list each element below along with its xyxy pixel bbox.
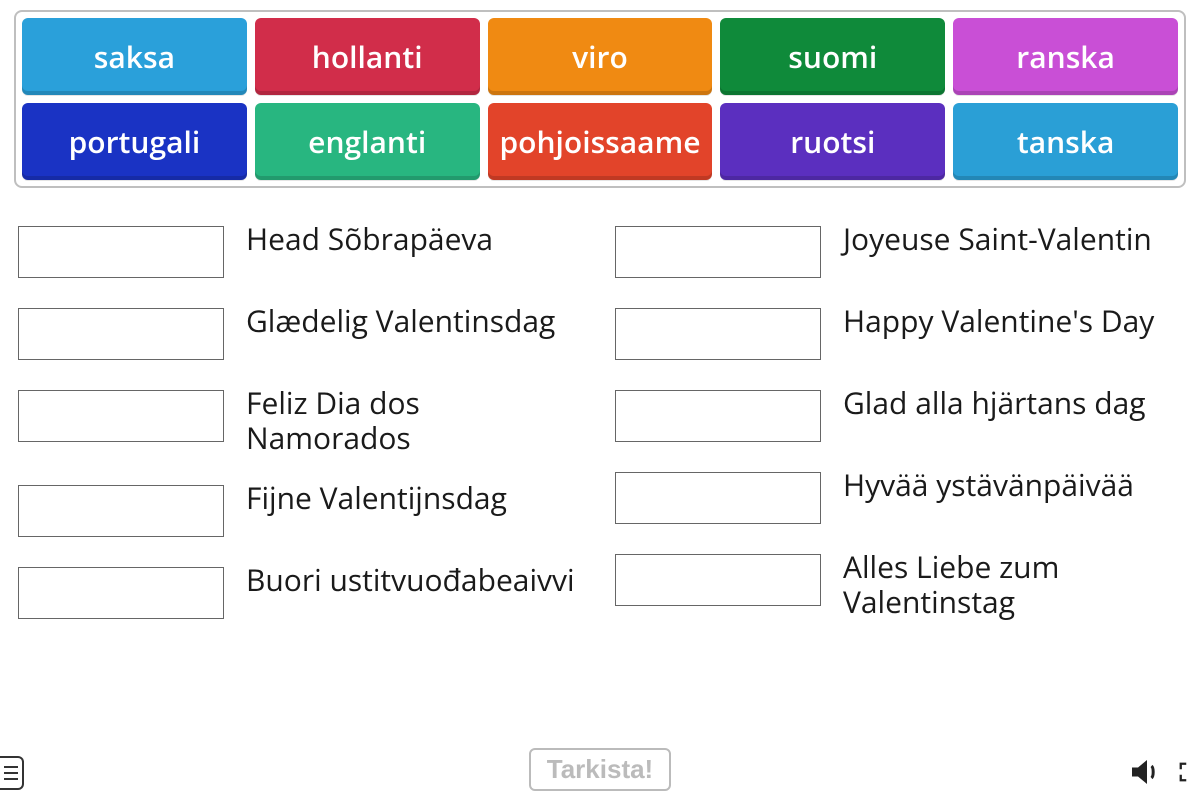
answer-row: Hyvää ystävänpäivää	[615, 468, 1182, 524]
dropzone[interactable]	[18, 308, 224, 360]
tile-englanti[interactable]: englanti	[255, 103, 480, 180]
phrase-label: Alles Liebe zum Valentinstag	[843, 550, 1182, 619]
menu-icon[interactable]	[0, 756, 24, 790]
dropzone[interactable]	[615, 472, 821, 524]
sound-icon[interactable]	[1126, 754, 1162, 790]
answer-row: Happy Valentine's Day	[615, 304, 1182, 360]
tile-portugali[interactable]: portugali	[22, 103, 247, 180]
tile-tanska[interactable]: tanska	[953, 103, 1178, 180]
dropzone[interactable]	[615, 390, 821, 442]
dropzone[interactable]	[615, 308, 821, 360]
phrase-label: Joyeuse Saint-Valentin	[843, 222, 1152, 257]
check-button[interactable]: Tarkista!	[529, 748, 671, 791]
dropzone[interactable]	[18, 226, 224, 278]
dropzone[interactable]	[18, 485, 224, 537]
phrase-label: Fijne Valentijnsdag	[246, 481, 507, 516]
answers-grid: Head Sõbrapäeva Glædelig Valentinsdag Feli…	[14, 222, 1186, 619]
tile-saksa[interactable]: saksa	[22, 18, 247, 95]
answer-row: Head Sõbrapäeva	[18, 222, 585, 278]
answer-row: Glædelig Valentinsdag	[18, 304, 585, 360]
tile-pohjoissaame[interactable]: pohjoissaame	[488, 103, 713, 180]
tile-ruotsi[interactable]: ruotsi	[720, 103, 945, 180]
answer-row: Fijne Valentijnsdag	[18, 481, 585, 537]
phrase-label: Happy Valentine's Day	[843, 304, 1154, 339]
dropzone[interactable]	[18, 567, 224, 619]
phrase-label: Head Sõbrapäeva	[246, 222, 493, 257]
dropzone[interactable]	[615, 226, 821, 278]
answer-row: Alles Liebe zum Valentinstag	[615, 550, 1182, 619]
phrase-label: Glædelig Valentinsdag	[246, 304, 555, 339]
answer-row: Feliz Dia dos Namorados	[18, 386, 585, 455]
dropzone[interactable]	[18, 390, 224, 442]
phrase-label: Buori ustitvuođabeaivvi	[246, 563, 575, 598]
tile-panel: saksahollantivirosuomiranska portugalieng…	[14, 10, 1186, 188]
tile-viro[interactable]: viro	[488, 18, 713, 95]
phrase-label: Hyvää ystävänpäivää	[843, 468, 1134, 503]
phrase-label: Glad alla hjärtans dag	[843, 386, 1146, 421]
fullscreen-icon[interactable]	[1178, 754, 1200, 790]
dropzone[interactable]	[615, 554, 821, 606]
answer-row: Glad alla hjärtans dag	[615, 386, 1182, 442]
tile-ranska[interactable]: ranska	[953, 18, 1178, 95]
tile-suomi[interactable]: suomi	[720, 18, 945, 95]
phrase-label: Feliz Dia dos Namorados	[246, 386, 585, 455]
tile-hollanti[interactable]: hollanti	[255, 18, 480, 95]
answer-row: Buori ustitvuođabeaivvi	[18, 563, 585, 619]
bottom-bar: Tarkista!	[0, 746, 1200, 792]
answer-row: Joyeuse Saint-Valentin	[615, 222, 1182, 278]
